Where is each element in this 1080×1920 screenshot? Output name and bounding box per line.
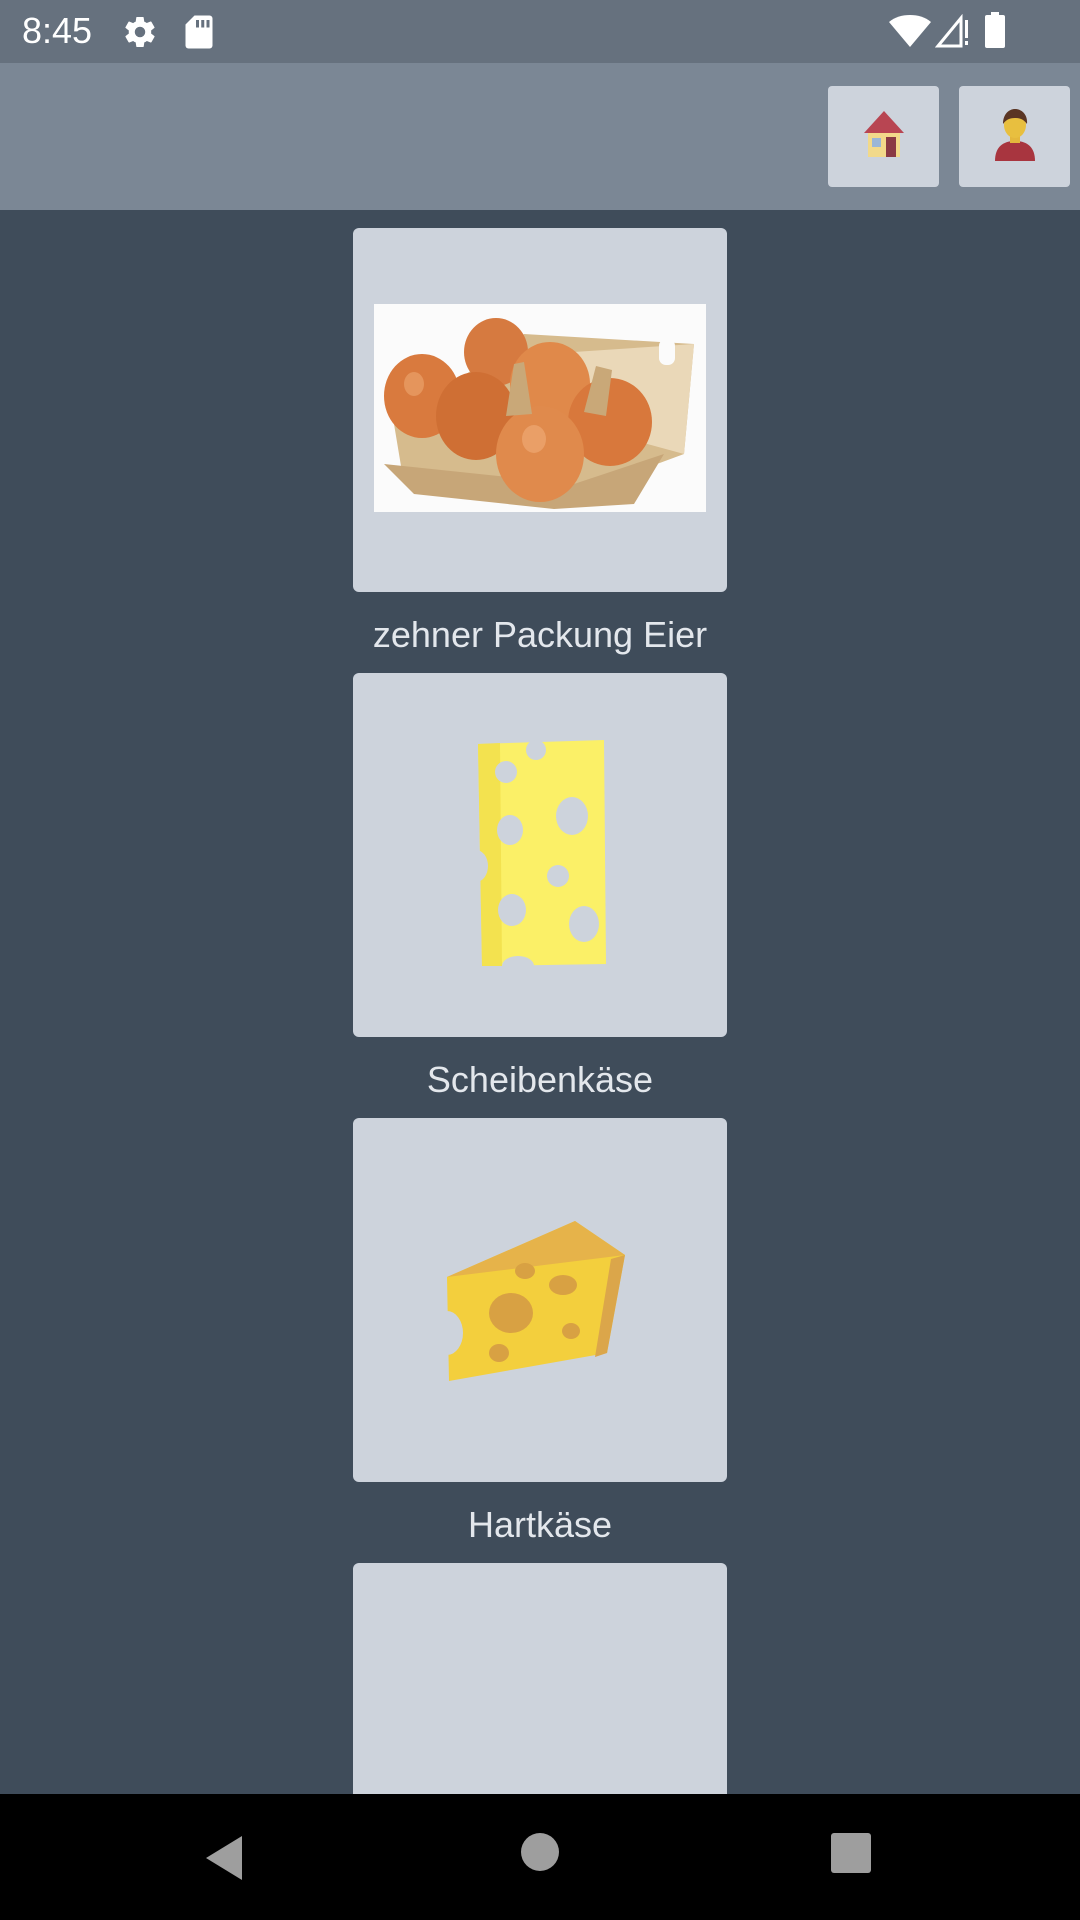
home-icon	[862, 109, 906, 164]
item-label: Hartkäse	[467, 1504, 613, 1545]
list-item: zehner Packung Eier	[353, 228, 727, 656]
item-list: zehner Packung Eier Scheibenkäse Hartkäs…	[0, 210, 1080, 1794]
recents-icon[interactable]	[830, 1832, 872, 1879]
home-circle-icon[interactable]	[520, 1832, 560, 1877]
eggs-carton-image	[374, 303, 706, 517]
item-label: zehner Packung Eier	[372, 614, 708, 655]
signal-icon	[934, 13, 971, 53]
profile-button[interactable]	[959, 86, 1070, 187]
back-icon[interactable]	[202, 1834, 246, 1887]
wifi-icon	[888, 14, 932, 53]
list-item: Scheibenkäse	[353, 673, 727, 1101]
item-card[interactable]	[353, 673, 727, 1037]
list-item	[353, 1563, 727, 1794]
list-item: Hartkäse	[353, 1118, 727, 1546]
status-time: 8:45	[22, 10, 93, 51]
gear-icon	[122, 14, 158, 55]
sd-card-icon	[184, 14, 214, 55]
status-bar: 8:45	[0, 0, 1080, 63]
item-card[interactable]	[353, 228, 727, 592]
cheese-slice-image	[464, 738, 610, 976]
system-nav-bar	[0, 1794, 1080, 1920]
home-button[interactable]	[828, 86, 939, 187]
item-card[interactable]	[353, 1118, 727, 1482]
item-card[interactable]	[353, 1563, 727, 1794]
app-toolbar	[0, 63, 1080, 210]
item-label: Scheibenkäse	[426, 1059, 654, 1100]
profile-icon	[991, 107, 1039, 166]
battery-icon	[984, 12, 1006, 53]
hard-cheese-image	[431, 1213, 635, 1388]
